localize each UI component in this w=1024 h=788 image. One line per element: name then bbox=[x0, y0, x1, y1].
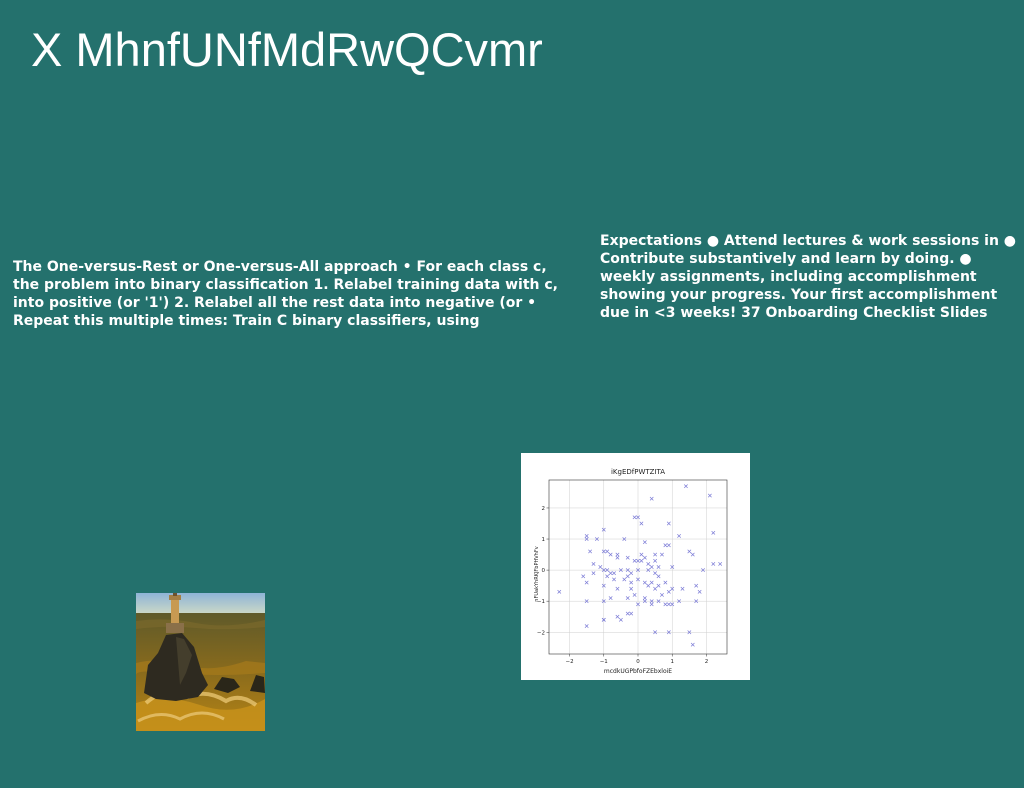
chart-point bbox=[591, 571, 596, 576]
chart-point bbox=[711, 561, 716, 566]
chart-y-axis-label: nFUakYhRKJFbPHVhFv bbox=[534, 546, 540, 601]
chart-point bbox=[656, 583, 661, 588]
chart-x-tick-label: −1 bbox=[600, 659, 608, 665]
chart-point bbox=[649, 580, 654, 585]
chart-point bbox=[581, 574, 586, 579]
chart-x-tick-label: 2 bbox=[705, 659, 709, 665]
chart-point bbox=[618, 617, 623, 622]
chart-point bbox=[608, 571, 613, 576]
chart-point bbox=[666, 602, 671, 607]
chart-point bbox=[615, 586, 620, 591]
chart-point bbox=[639, 552, 644, 557]
chart-point bbox=[629, 611, 634, 616]
chart-point bbox=[629, 571, 634, 576]
chart-point bbox=[625, 555, 630, 560]
chart-point bbox=[707, 493, 712, 498]
chart-point bbox=[656, 574, 661, 579]
chart-y-tick-label: 2 bbox=[542, 506, 546, 512]
chart-title: iKgEDfPWTZITA bbox=[611, 468, 665, 476]
chart-point bbox=[642, 555, 647, 560]
chart-point bbox=[629, 586, 634, 591]
chart-point bbox=[625, 596, 630, 601]
chart-point bbox=[612, 571, 616, 576]
chart-point bbox=[639, 558, 644, 563]
chart-x-tick-label: 0 bbox=[636, 659, 640, 665]
chart-point bbox=[612, 577, 616, 582]
chart-ticks: −2 −1 0 1 2 −2 −1 0 1 2 bbox=[537, 506, 708, 665]
chart-point bbox=[649, 565, 654, 569]
chart-point bbox=[608, 552, 613, 557]
chart-point bbox=[598, 565, 603, 569]
chart-point bbox=[639, 521, 644, 526]
chart-point bbox=[605, 574, 610, 579]
chart-point bbox=[622, 577, 627, 582]
chart-point bbox=[711, 530, 716, 535]
chart-point bbox=[591, 561, 596, 566]
chart-x-tick-label: 1 bbox=[670, 659, 674, 665]
chart-point bbox=[656, 565, 661, 569]
chart-point bbox=[666, 521, 671, 526]
chart-point bbox=[653, 552, 658, 557]
scatter-chart: iKgEDfPWTZITA mcdkUGPbfoFZEbxloiE nFUakY… bbox=[521, 453, 750, 680]
chart-point bbox=[632, 558, 637, 563]
chart-point bbox=[653, 558, 658, 563]
chart-point bbox=[690, 642, 695, 647]
chart-point bbox=[663, 580, 668, 585]
chart-point bbox=[663, 602, 668, 607]
lighthouse-image bbox=[136, 593, 265, 731]
chart-point bbox=[694, 583, 699, 588]
chart-y-tick-label: −1 bbox=[537, 599, 545, 605]
chart-point bbox=[625, 574, 630, 579]
slide-title: X MhnfUNfMdRwQCvmr bbox=[31, 23, 543, 76]
chart-point bbox=[690, 552, 695, 557]
chart-point bbox=[683, 484, 688, 489]
chart-point bbox=[687, 549, 692, 554]
chart-point bbox=[632, 593, 637, 597]
chart-point bbox=[642, 580, 647, 585]
chart-point bbox=[718, 561, 723, 566]
chart-point bbox=[632, 515, 637, 520]
chart-point bbox=[557, 589, 562, 594]
chart-point bbox=[677, 533, 682, 538]
chart-point bbox=[615, 614, 620, 619]
chart-point bbox=[584, 624, 589, 628]
slide: X MhnfUNfMdRwQCvmr The One-versus-Rest o… bbox=[0, 0, 1024, 788]
chart-point bbox=[697, 589, 702, 594]
chart-points bbox=[557, 484, 723, 647]
chart-point bbox=[584, 580, 589, 585]
chart-point bbox=[680, 586, 685, 591]
scatter-chart-svg: iKgEDfPWTZITA mcdkUGPbfoFZEbxloiE nFUakY… bbox=[534, 468, 728, 675]
chart-point bbox=[625, 611, 630, 616]
chart-grid bbox=[549, 480, 727, 654]
chart-point bbox=[608, 596, 613, 601]
chart-point bbox=[646, 561, 651, 566]
chart-y-tick-label: 1 bbox=[542, 537, 546, 543]
chart-point bbox=[642, 540, 647, 545]
chart-point bbox=[649, 496, 654, 501]
chart-point bbox=[660, 593, 664, 597]
chart-point bbox=[653, 586, 658, 591]
chart-x-tick-label: −2 bbox=[565, 659, 573, 665]
chart-point bbox=[660, 552, 664, 557]
chart-point bbox=[584, 533, 589, 538]
chart-point bbox=[653, 571, 658, 576]
chart-point bbox=[642, 596, 647, 601]
chart-point bbox=[615, 552, 620, 557]
chart-y-tick-label: 0 bbox=[542, 568, 546, 574]
text-block-expectations: Expectations ● Attend lectures & work se… bbox=[600, 233, 1017, 321]
chart-point bbox=[605, 549, 610, 554]
chart-point bbox=[646, 583, 651, 588]
chart-point bbox=[629, 580, 634, 585]
chart-point bbox=[666, 543, 671, 548]
chart-point bbox=[649, 602, 654, 607]
lighthouse-photo bbox=[136, 593, 265, 731]
text-block-ovr-approach: The One-versus-Rest or One-versus-All ap… bbox=[13, 259, 559, 329]
chart-x-axis-label: mcdkUGPbfoFZEbxloiE bbox=[604, 668, 672, 675]
chart-point bbox=[666, 589, 671, 594]
chart-y-tick-label: −2 bbox=[537, 630, 545, 636]
chart-point bbox=[588, 549, 593, 554]
chart-point bbox=[615, 555, 620, 560]
chart-point bbox=[663, 543, 668, 548]
